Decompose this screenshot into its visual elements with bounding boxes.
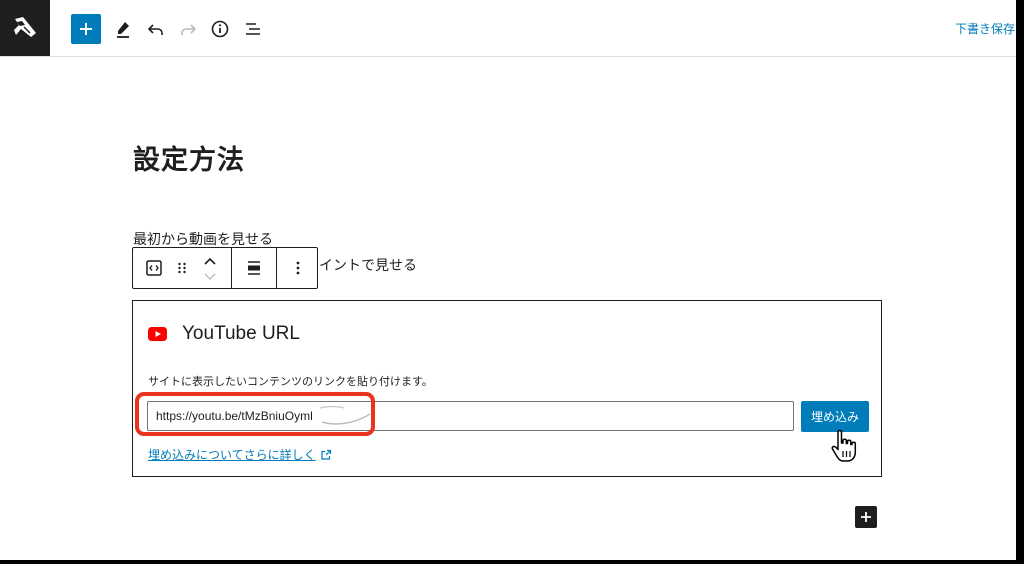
embed-url-input[interactable] bbox=[147, 401, 794, 431]
block-toolbar-group bbox=[232, 248, 277, 288]
editor-toolbar: 下書き保存 bbox=[0, 0, 1016, 57]
save-draft-button[interactable]: 下書き保存 bbox=[954, 20, 1016, 37]
screen-border bbox=[1016, 0, 1024, 564]
embed-description: サイトに表示したいコンテンツのリンクを貼り付けます。 bbox=[148, 375, 433, 388]
info-icon bbox=[211, 20, 229, 38]
chevron-down-icon bbox=[204, 273, 216, 280]
block-mover bbox=[189, 248, 231, 288]
move-down-button[interactable] bbox=[195, 269, 225, 283]
block-toolbar-group bbox=[133, 248, 232, 288]
embed-code-icon bbox=[146, 260, 162, 276]
redo-button[interactable] bbox=[173, 14, 203, 44]
align-icon bbox=[248, 261, 260, 275]
move-up-button[interactable] bbox=[195, 253, 225, 269]
editor-screen: 下書き保存 設定方法 最初から動画を見せる イントで見せる YouTube UR… bbox=[0, 0, 1016, 560]
drag-handle-button[interactable] bbox=[175, 248, 189, 288]
redo-icon bbox=[181, 24, 197, 35]
undo-button[interactable] bbox=[141, 14, 171, 44]
screen-border bbox=[0, 560, 1024, 564]
plus-icon bbox=[80, 23, 92, 35]
youtube-embed-block[interactable]: YouTube URL サイトに表示したいコンテンツのリンクを貼り付けます。 埋… bbox=[132, 300, 882, 477]
list-view-button[interactable] bbox=[238, 14, 268, 44]
site-logo[interactable] bbox=[0, 0, 50, 56]
block-type-button[interactable] bbox=[133, 248, 175, 288]
learn-more-label: 埋め込みについてさらに詳しく bbox=[148, 448, 316, 462]
block-toolbar bbox=[132, 247, 318, 289]
wordpress-logo-icon bbox=[14, 17, 36, 37]
block-options-button[interactable] bbox=[277, 248, 319, 288]
list-view-icon bbox=[246, 23, 260, 35]
embed-header: YouTube URL bbox=[148, 323, 300, 345]
tools-button[interactable] bbox=[108, 14, 138, 44]
chevron-up-icon bbox=[204, 257, 216, 265]
add-block-toggle-button[interactable] bbox=[71, 14, 101, 44]
align-button[interactable] bbox=[232, 248, 276, 288]
paragraph-block[interactable]: 最初から動画を見せる bbox=[133, 229, 273, 249]
drag-handle-icon bbox=[178, 262, 186, 274]
undo-icon bbox=[147, 24, 163, 35]
details-button[interactable] bbox=[205, 14, 235, 44]
scribble-mark bbox=[319, 405, 371, 425]
external-link-icon bbox=[321, 449, 331, 460]
learn-more-link[interactable]: 埋め込みについてさらに詳しく bbox=[148, 446, 332, 463]
block-toolbar-group bbox=[277, 248, 319, 288]
youtube-icon bbox=[148, 327, 167, 341]
page-title[interactable]: 設定方法 bbox=[133, 138, 245, 177]
pencil-icon bbox=[117, 22, 129, 38]
embed-title: YouTube URL bbox=[182, 323, 300, 344]
add-block-button[interactable] bbox=[855, 506, 877, 528]
hand-cursor-icon bbox=[831, 429, 857, 462]
plus-icon bbox=[861, 512, 871, 522]
more-vertical-icon bbox=[296, 261, 300, 275]
